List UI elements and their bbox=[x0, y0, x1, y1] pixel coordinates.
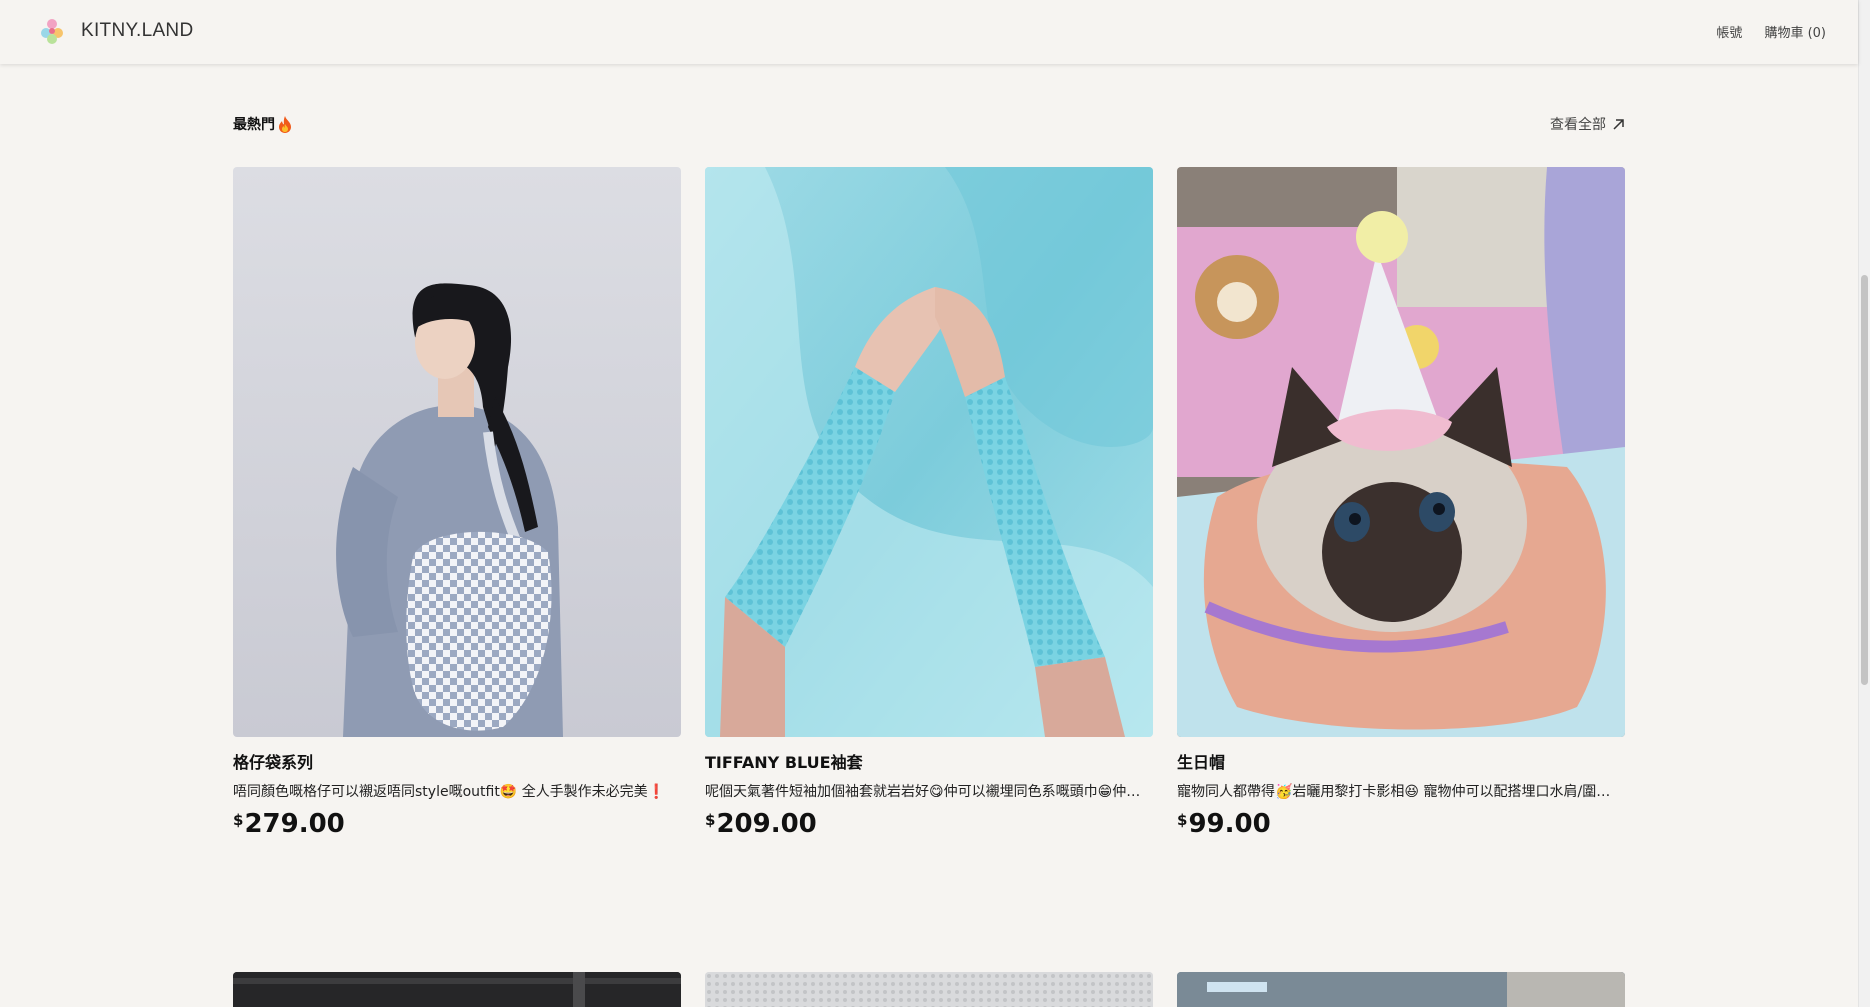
price-value: 209.00 bbox=[716, 809, 817, 839]
top-navbar: KITNY.LAND 帳號 購物車 (0) bbox=[0, 0, 1858, 64]
currency-symbol: $ bbox=[705, 811, 716, 829]
currency-symbol: $ bbox=[1177, 811, 1188, 829]
product-image-partial[interactable] bbox=[1177, 972, 1625, 1007]
product-image[interactable] bbox=[705, 167, 1153, 737]
arrow-up-right-icon bbox=[1613, 118, 1624, 130]
product-description: 寵物同人都帶得🥳岩曬用黎打卡影相😆 寵物仲可以配搭埋口水肩/圍… bbox=[1177, 784, 1611, 800]
section-title-text: 最熱門 bbox=[233, 117, 275, 133]
product-card[interactable]: 生日帽 寵物同人都帶得🥳岩曬用黎打卡影相😆 寵物仲可以配搭埋口水肩/圍… $ 9… bbox=[1177, 167, 1625, 839]
product-price: $ 209.00 bbox=[705, 809, 1153, 839]
product-price: $ 279.00 bbox=[233, 809, 681, 839]
product-image[interactable] bbox=[1177, 167, 1625, 737]
product-card[interactable]: TIFFANY BLUE袖套 呢個天氣著件短袖加個袖套就岩岩好😋仲可以襯埋同色系… bbox=[705, 167, 1153, 839]
product-name[interactable]: 格仔袋系列 bbox=[233, 749, 681, 773]
price-value: 99.00 bbox=[1188, 809, 1271, 839]
section-title: 最熱門 bbox=[233, 114, 292, 134]
header-nav: 帳號 購物車 (0) bbox=[1716, 22, 1826, 41]
product-image-partial[interactable] bbox=[705, 972, 1153, 1007]
cart-link[interactable]: 購物車 (0) bbox=[1764, 22, 1826, 41]
product-name[interactable]: 生日帽 bbox=[1177, 749, 1625, 773]
product-image-partial[interactable] bbox=[233, 972, 681, 1007]
page-scrollbar[interactable] bbox=[1858, 0, 1870, 1007]
page: KITNY.LAND 帳號 購物車 (0) 最熱門 查看全部 格仔袋系列 唔同顏… bbox=[0, 0, 1870, 1007]
brand-name: KITNY.LAND bbox=[81, 20, 194, 41]
account-link[interactable]: 帳號 bbox=[1716, 22, 1742, 41]
product-name[interactable]: TIFFANY BLUE袖套 bbox=[705, 749, 1153, 773]
view-all-label: 查看全部 bbox=[1550, 117, 1606, 133]
scrollbar-thumb[interactable] bbox=[1861, 275, 1868, 685]
product-price: $ 99.00 bbox=[1177, 809, 1625, 839]
price-value: 279.00 bbox=[244, 809, 345, 839]
brand-logo-icon bbox=[37, 16, 67, 46]
view-all-link[interactable]: 查看全部 bbox=[1550, 114, 1625, 134]
brand-link[interactable]: KITNY.LAND bbox=[37, 16, 193, 46]
product-image[interactable] bbox=[233, 167, 681, 737]
fire-icon bbox=[279, 115, 291, 133]
product-description: 呢個天氣著件短袖加個袖套就岩岩好😋仲可以襯埋同色系嘅頭巾😁仲… bbox=[705, 784, 1141, 800]
currency-symbol: $ bbox=[233, 811, 244, 829]
product-description: 唔同顏色嘅格仔可以襯返唔同style嘅outfit🤩 全人手製作未必完美❗ bbox=[233, 784, 666, 800]
section-header: 最熱門 查看全部 bbox=[233, 114, 1625, 136]
product-card[interactable]: 格仔袋系列 唔同顏色嘅格仔可以襯返唔同style嘅outfit🤩 全人手製作未必… bbox=[233, 167, 681, 839]
